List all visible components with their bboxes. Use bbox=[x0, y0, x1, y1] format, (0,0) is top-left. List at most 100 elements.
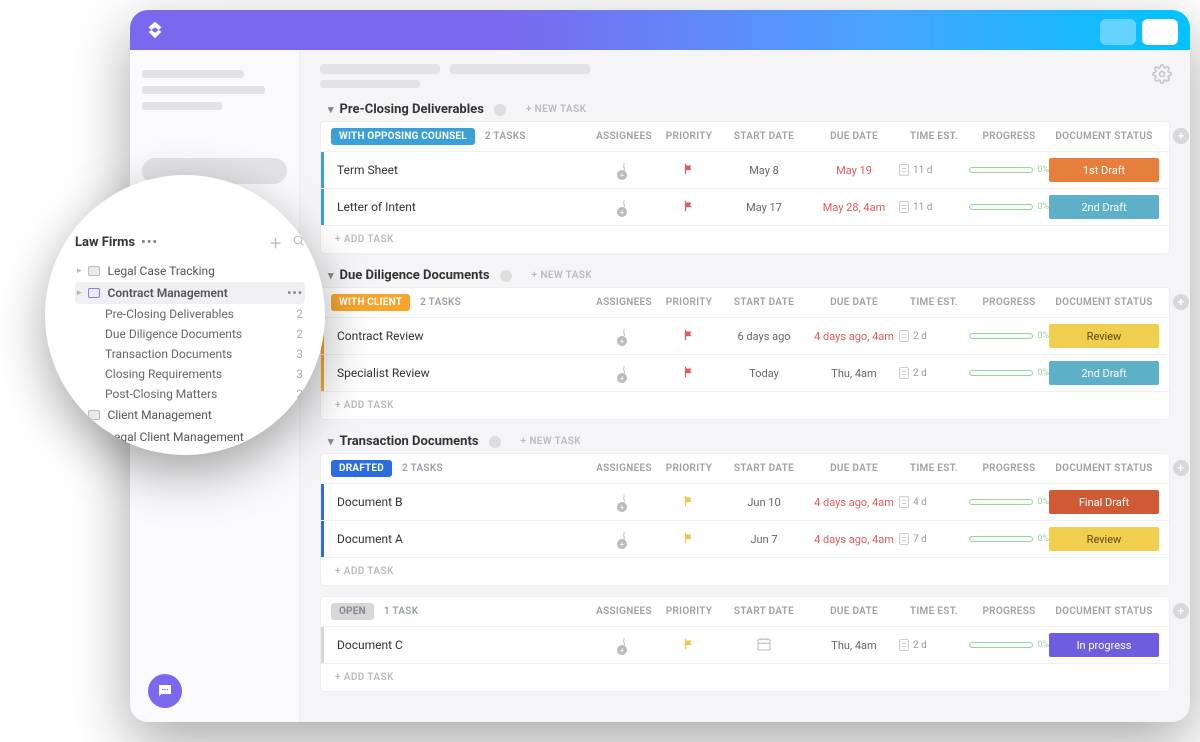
chevron-down-icon[interactable]: ▾ bbox=[328, 435, 334, 448]
assignee-avatar[interactable]: + bbox=[623, 365, 625, 381]
chevron-right-icon[interactable]: ▸ bbox=[77, 288, 82, 298]
assignee-cell[interactable]: + bbox=[589, 163, 659, 177]
group-header[interactable]: DRAFTED 2 TASKS ASSIGNEES PRIORITY START… bbox=[321, 454, 1169, 483]
assignee-avatar[interactable]: + bbox=[623, 328, 625, 344]
time-estimate[interactable]: 4 d bbox=[899, 496, 969, 508]
start-date[interactable]: May 8 bbox=[719, 164, 809, 177]
progress-cell[interactable]: 0% bbox=[969, 640, 1049, 650]
gear-icon[interactable] bbox=[1152, 64, 1172, 88]
time-estimate[interactable]: 2 d bbox=[899, 639, 969, 651]
due-date[interactable]: 4 days ago, 4am bbox=[809, 330, 899, 343]
assignee-cell[interactable]: + bbox=[589, 329, 659, 343]
group-header[interactable]: WITH CLIENT 2 TASKS ASSIGNEES PRIORITY S… bbox=[321, 288, 1169, 317]
progress-cell[interactable]: 0% bbox=[969, 497, 1049, 507]
document-status-badge[interactable]: Final Draft bbox=[1049, 490, 1159, 514]
priority-flag-icon[interactable] bbox=[659, 531, 719, 548]
folder-item[interactable]: ▸ Legal Case Tracking bbox=[75, 260, 305, 282]
add-column-button[interactable]: + bbox=[1173, 128, 1189, 144]
section-title[interactable]: ▾ Due Diligence Documents + NEW TASK bbox=[328, 268, 1170, 283]
time-estimate[interactable]: 7 d bbox=[899, 533, 969, 545]
time-estimate[interactable]: 11 d bbox=[899, 164, 969, 176]
start-date[interactable]: Jun 10 bbox=[719, 496, 809, 509]
progress-cell[interactable]: 0% bbox=[969, 165, 1049, 175]
document-status-badge[interactable]: Review bbox=[1049, 324, 1159, 348]
group-header[interactable]: WITH OPPOSING COUNSEL 2 TASKS ASSIGNEES … bbox=[321, 122, 1169, 151]
priority-flag-icon[interactable] bbox=[659, 328, 719, 345]
add-column-button[interactable]: + bbox=[1173, 603, 1189, 619]
task-row[interactable]: Term Sheet + May 8 May 19 11 d 0% 1st Dr… bbox=[321, 151, 1169, 188]
list-item[interactable]: Closing Requirements 3 bbox=[75, 364, 305, 384]
add-task-button[interactable]: + ADD TASK bbox=[321, 557, 1169, 585]
add-column-button[interactable]: + bbox=[1173, 294, 1189, 310]
task-row[interactable]: Document C + Thu, 4am 2 d 0% In progress bbox=[321, 626, 1169, 663]
assignee-cell[interactable]: + bbox=[589, 200, 659, 214]
start-date[interactable]: Today bbox=[719, 367, 809, 380]
folder-item[interactable]: ▸ Client Management bbox=[75, 404, 305, 426]
info-icon[interactable] bbox=[494, 104, 506, 116]
assignee-cell[interactable]: + bbox=[589, 366, 659, 380]
progress-cell[interactable]: 0% bbox=[969, 368, 1049, 378]
list-item[interactable]: Pre-Closing Deliverables 2 bbox=[75, 304, 305, 324]
add-icon[interactable]: ＋ bbox=[269, 233, 282, 252]
assignee-cell[interactable]: + bbox=[589, 638, 659, 652]
document-status-badge[interactable]: Review bbox=[1049, 527, 1159, 551]
task-row[interactable]: Letter of Intent + May 17 May 28, 4am 11… bbox=[321, 188, 1169, 225]
status-pill[interactable]: WITH CLIENT bbox=[331, 294, 410, 311]
document-status-badge[interactable]: 1st Draft bbox=[1049, 158, 1159, 182]
due-date[interactable]: 4 days ago, 4am bbox=[809, 496, 899, 509]
priority-flag-icon[interactable] bbox=[659, 365, 719, 382]
add-task-button[interactable]: + ADD TASK bbox=[321, 663, 1169, 691]
chevron-right-icon[interactable]: ▸ bbox=[77, 410, 82, 420]
start-date[interactable]: May 17 bbox=[719, 201, 809, 214]
space-header[interactable]: Law Firms ••• ＋ bbox=[75, 233, 305, 252]
priority-flag-icon[interactable] bbox=[659, 494, 719, 511]
due-date[interactable]: 4 days ago, 4am bbox=[809, 533, 899, 546]
time-estimate[interactable]: 2 d bbox=[899, 330, 969, 342]
info-icon[interactable] bbox=[489, 436, 501, 448]
document-status-badge[interactable]: 2nd Draft bbox=[1049, 361, 1159, 385]
assignee-avatar[interactable]: + bbox=[623, 494, 625, 510]
new-task-button[interactable]: + NEW TASK bbox=[526, 104, 587, 115]
priority-flag-icon[interactable] bbox=[659, 637, 719, 654]
assignee-avatar[interactable]: + bbox=[623, 637, 625, 653]
chat-icon[interactable] bbox=[148, 674, 182, 708]
start-date[interactable]: Jun 7 bbox=[719, 533, 809, 546]
add-task-button[interactable]: + ADD TASK bbox=[321, 225, 1169, 253]
section-title[interactable]: ▾ Transaction Documents + NEW TASK bbox=[328, 434, 1170, 449]
due-date[interactable]: Thu, 4am bbox=[809, 367, 899, 380]
time-estimate[interactable]: 11 d bbox=[899, 201, 969, 213]
task-row[interactable]: Document A + Jun 7 4 days ago, 4am 7 d 0… bbox=[321, 520, 1169, 557]
list-item[interactable]: Post-Closing Matters 2 bbox=[75, 384, 305, 404]
progress-cell[interactable]: 0% bbox=[969, 331, 1049, 341]
document-status-badge[interactable]: 2nd Draft bbox=[1049, 195, 1159, 219]
assignee-avatar[interactable]: + bbox=[623, 199, 625, 215]
new-task-button[interactable]: + NEW TASK bbox=[521, 436, 582, 447]
status-pill[interactable]: OPEN bbox=[331, 603, 374, 620]
start-date[interactable]: 6 days ago bbox=[719, 330, 809, 343]
progress-cell[interactable]: 0% bbox=[969, 534, 1049, 544]
add-task-button[interactable]: + ADD TASK bbox=[321, 391, 1169, 419]
due-date[interactable]: Thu, 4am bbox=[809, 639, 899, 652]
assignee-avatar[interactable]: + bbox=[623, 531, 625, 547]
progress-cell[interactable]: 0% bbox=[969, 202, 1049, 212]
task-row[interactable]: Document B + Jun 10 4 days ago, 4am 4 d … bbox=[321, 483, 1169, 520]
priority-flag-icon[interactable] bbox=[659, 162, 719, 179]
assignee-avatar[interactable]: + bbox=[623, 162, 625, 178]
due-date[interactable]: May 19 bbox=[809, 164, 899, 177]
assignee-cell[interactable]: + bbox=[589, 495, 659, 509]
more-icon[interactable]: ••• bbox=[287, 286, 303, 300]
topbar-pill[interactable] bbox=[1142, 19, 1178, 45]
task-row[interactable]: Specialist Review + Today Thu, 4am 2 d 0… bbox=[321, 354, 1169, 391]
new-task-button[interactable]: + NEW TASK bbox=[532, 270, 593, 281]
group-header[interactable]: OPEN 1 TASK ASSIGNEES PRIORITY START DAT… bbox=[321, 597, 1169, 626]
task-row[interactable]: Contract Review + 6 days ago 4 days ago,… bbox=[321, 317, 1169, 354]
add-column-button[interactable]: + bbox=[1173, 460, 1189, 476]
list-item[interactable]: Transaction Documents 3 bbox=[75, 344, 305, 364]
list-item[interactable]: Due Diligence Documents 2 bbox=[75, 324, 305, 344]
section-title[interactable]: ▾ Pre-Closing Deliverables + NEW TASK bbox=[328, 102, 1170, 117]
document-status-badge[interactable]: In progress bbox=[1049, 633, 1159, 657]
chevron-right-icon[interactable]: ▸ bbox=[77, 266, 82, 276]
priority-flag-icon[interactable] bbox=[659, 199, 719, 216]
more-icon[interactable]: ••• bbox=[141, 235, 158, 250]
status-pill[interactable]: WITH OPPOSING COUNSEL bbox=[331, 128, 475, 145]
